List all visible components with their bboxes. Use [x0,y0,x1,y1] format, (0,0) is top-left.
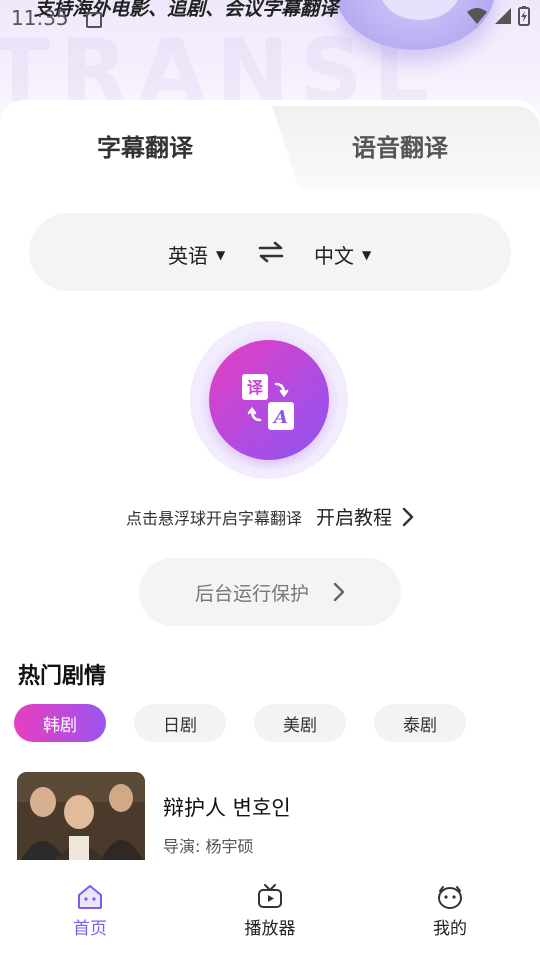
notification-icon [86,12,102,28]
source-language-label: 英语 [168,244,208,268]
chip-thai-drama[interactable]: 泰剧 [374,704,466,742]
drama-poster-image [17,772,145,860]
bottom-navigation: 首页 播放器 我的 [0,862,540,960]
signal-icon [495,8,511,24]
background-protect-button[interactable]: 后台运行保护 [139,558,401,626]
background-protect-label: 后台运行保护 [194,582,309,605]
float-ball-hint: 点击悬浮球开启字幕翻译 [125,508,302,528]
nav-profile-label: 我的 [433,919,467,939]
target-language-select[interactable]: 中文 ▼ [314,240,371,269]
chip-japanese-drama[interactable]: 日剧 [134,704,226,742]
battery-icon [518,6,530,26]
svg-text:译: 译 [247,378,264,397]
drama-title: 辩护人 변호인 [163,796,291,820]
chevron-right-icon [333,582,345,602]
drama-category-chips: 韩剧 日剧 美剧 泰剧 [14,704,466,742]
drama-director: 导演: 杨宇硕 [163,837,254,856]
profile-icon [438,886,462,909]
wifi-icon [467,8,487,24]
tutorial-link[interactable]: 开启教程 [316,503,414,530]
chevron-right-icon [402,507,414,526]
chip-korean-drama[interactable]: 韩剧 [14,704,106,742]
hot-dramas-title: 热门剧情 [18,664,107,689]
swap-icon[interactable] [257,240,285,264]
drama-list-item[interactable]: 辩护人 변호인 导演: 杨宇硕 [17,772,523,860]
float-ball-hint-row: 点击悬浮球开启字幕翻译 开启教程 [0,503,540,530]
nav-home-label: 首页 [73,919,107,939]
player-icon [258,884,282,908]
status-icons [466,6,530,26]
translate-icon: 译 A [242,374,294,430]
chip-american-drama[interactable]: 美剧 [254,704,346,742]
status-time: 11:35 [11,6,69,30]
status-bar: 11:35 [0,0,540,34]
home-icon [78,885,102,909]
source-language-select[interactable]: 英语 ▼ [168,240,225,269]
target-language-label: 中文 [314,244,354,268]
tab-subtitle-translate[interactable]: 字幕翻译 [40,128,250,164]
svg-text:A: A [272,407,288,428]
tab-subtitle-translate-label: 字幕翻译 [97,128,193,163]
caret-down-icon: ▼ [362,247,372,262]
drama-poster [17,772,145,860]
tab-voice-translate[interactable]: 语音翻译 [300,128,500,164]
tutorial-link-label: 开启教程 [316,507,393,529]
caret-down-icon: ▼ [216,247,226,262]
nav-player-label: 播放器 [244,919,296,939]
tab-subtitle-translate-text: 字幕翻译 [97,134,193,162]
nav-profile[interactable]: 我的 [405,884,495,939]
nav-player[interactable]: 播放器 [225,884,315,939]
nav-home[interactable]: 首页 [45,884,135,939]
